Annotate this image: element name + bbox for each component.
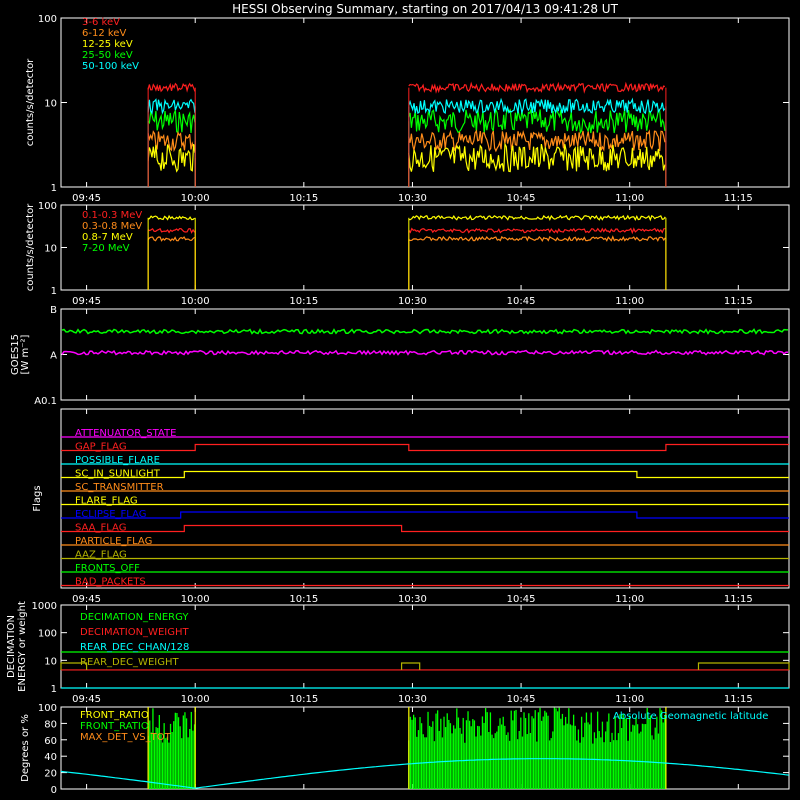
decim-legend-entry: DECIMATION_WEIGHT bbox=[80, 627, 189, 638]
decim-ytick-label: 1000 bbox=[32, 601, 57, 612]
flags-ylabel: Flags bbox=[32, 485, 43, 511]
decim-ylabel-2: ENERGY or weight bbox=[17, 601, 28, 692]
lowE-xtick-label: 11:00 bbox=[615, 193, 644, 204]
ratio-legend-entry: MAX_DET_VS_TOT bbox=[80, 732, 172, 743]
highE-xtick-label: 09:45 bbox=[72, 296, 101, 307]
ratio-ytick-label: 60 bbox=[44, 736, 57, 747]
highE-legend-entry: 7-20 MeV bbox=[82, 243, 130, 254]
lowE-legend-entry: 12-25 keV bbox=[82, 39, 133, 50]
ratio-legend-entry: FRONT_RATIO bbox=[80, 721, 149, 732]
highE-xtick-label: 10:15 bbox=[289, 296, 318, 307]
lowE-legend-entry: 6-12 keV bbox=[82, 28, 126, 39]
flag-label: ATTENUATOR_STATE bbox=[75, 428, 176, 439]
decim-xtick-label: 09:45 bbox=[72, 694, 101, 705]
decim-xtick-label: 10:45 bbox=[507, 694, 536, 705]
highE-legend-entry: 0.1-0.3 MeV bbox=[82, 210, 142, 221]
lowE-xtick-label: 09:45 bbox=[72, 193, 101, 204]
goes-ytick-label: A bbox=[50, 351, 57, 362]
ratio-ytick-label: 40 bbox=[44, 752, 57, 763]
decim-xtick-label: 11:15 bbox=[724, 694, 753, 705]
flag-label: AAZ_FLAG bbox=[75, 550, 127, 561]
hessi-observing-summary-figure: HESSI Observing Summary, starting on 201… bbox=[0, 0, 800, 800]
goes-ytick-label: A0.1 bbox=[34, 396, 57, 407]
highE-ytick-label: 1 bbox=[51, 286, 57, 297]
decim-xtick-label: 10:30 bbox=[398, 694, 427, 705]
flags-xtick-label: 11:15 bbox=[724, 594, 753, 605]
flag-label: SC_IN_SUNLIGHT bbox=[75, 469, 161, 480]
highE-ytick-label: 10 bbox=[44, 244, 57, 255]
decim-ytick-label: 100 bbox=[38, 629, 57, 640]
flags-xtick-label: 10:30 bbox=[398, 594, 427, 605]
lowE-legend-entry: 25-50 keV bbox=[82, 50, 133, 61]
flags-xtick-label: 10:00 bbox=[181, 594, 210, 605]
flag-label: SC_TRANSMITTER bbox=[75, 482, 164, 493]
flag-label: PARTICLE_FLAG bbox=[75, 536, 152, 547]
flag-label: POSSIBLE_FLARE bbox=[75, 455, 160, 466]
lowE-ytick-label: 100 bbox=[38, 14, 57, 25]
decim-legend-entry: REAR_DEC_CHAN/128 bbox=[80, 642, 189, 653]
flags-xtick-label: 11:00 bbox=[615, 594, 644, 605]
figure-title: HESSI Observing Summary, starting on 201… bbox=[232, 2, 618, 16]
decim-legend-entry: REAR_DEC_WEIGHT bbox=[80, 657, 179, 668]
decim-ytick-label: 10 bbox=[44, 656, 57, 667]
decim-ylabel: DECIMATION bbox=[6, 615, 17, 678]
highE-ytick-label: 100 bbox=[38, 201, 57, 212]
ratio-ytick-label: 0 bbox=[51, 785, 57, 796]
flag-label: FRONTS_OFF bbox=[75, 563, 140, 574]
decim-xtick-label: 10:00 bbox=[181, 694, 210, 705]
flag-label: FLARE_FLAG bbox=[75, 496, 138, 507]
decim-xtick-label: 11:00 bbox=[615, 694, 644, 705]
ratio-legend-entry: Absolute Geomagnetic latitude bbox=[613, 711, 768, 722]
goes-ytick-label: B bbox=[50, 305, 57, 316]
lowE-xtick-label: 10:30 bbox=[398, 193, 427, 204]
flag-label: ECLIPSE_FLAG bbox=[75, 509, 146, 520]
goes-ylabel-unit: [W m⁻²] bbox=[20, 334, 31, 374]
highE-xtick-label: 11:15 bbox=[724, 296, 753, 307]
ratio-ylabel: Degrees or % bbox=[20, 714, 31, 782]
flags-xtick-label: 10:45 bbox=[507, 594, 536, 605]
highE-legend-entry: 0.3-0.8 MeV bbox=[82, 221, 142, 232]
lowE-ylabel: counts/s/detector bbox=[25, 58, 36, 146]
ratio-ytick-label: 20 bbox=[44, 769, 57, 780]
ratio-ytick-label: 80 bbox=[44, 719, 57, 730]
highE-xtick-label: 10:00 bbox=[181, 296, 210, 307]
lowE-ytick-label: 1 bbox=[51, 183, 57, 194]
flag-label: SAA_FLAG bbox=[75, 523, 126, 534]
highE-xtick-label: 10:30 bbox=[398, 296, 427, 307]
flags-xtick-label: 09:45 bbox=[72, 594, 101, 605]
decim-legend-entry: DECIMATION_ENERGY bbox=[80, 612, 189, 623]
lowE-xtick-label: 10:00 bbox=[181, 193, 210, 204]
decim-xtick-label: 10:15 bbox=[289, 694, 318, 705]
decim-ytick-label: 1 bbox=[51, 684, 57, 695]
ratio-legend-entry: FRONT_RATIO bbox=[80, 710, 149, 721]
highE-legend-entry: 0.8-7 MeV bbox=[82, 232, 133, 243]
lowE-legend-entry: 50-100 keV bbox=[82, 61, 139, 72]
lowE-legend-entry: 3-6 keV bbox=[82, 17, 120, 28]
flag-label: BAD_PACKETS bbox=[75, 577, 146, 588]
ratio-ytick-label: 100 bbox=[38, 703, 57, 714]
highE-ylabel: counts/s/detector bbox=[25, 203, 36, 291]
flag-label: GAP_FLAG bbox=[75, 442, 127, 453]
lowE-xtick-label: 11:15 bbox=[724, 193, 753, 204]
lowE-xtick-label: 10:15 bbox=[289, 193, 318, 204]
lowE-xtick-label: 10:45 bbox=[507, 193, 536, 204]
flags-xtick-label: 10:15 bbox=[289, 594, 318, 605]
lowE-ytick-label: 10 bbox=[44, 99, 57, 110]
highE-xtick-label: 11:00 bbox=[615, 296, 644, 307]
highE-xtick-label: 10:45 bbox=[507, 296, 536, 307]
